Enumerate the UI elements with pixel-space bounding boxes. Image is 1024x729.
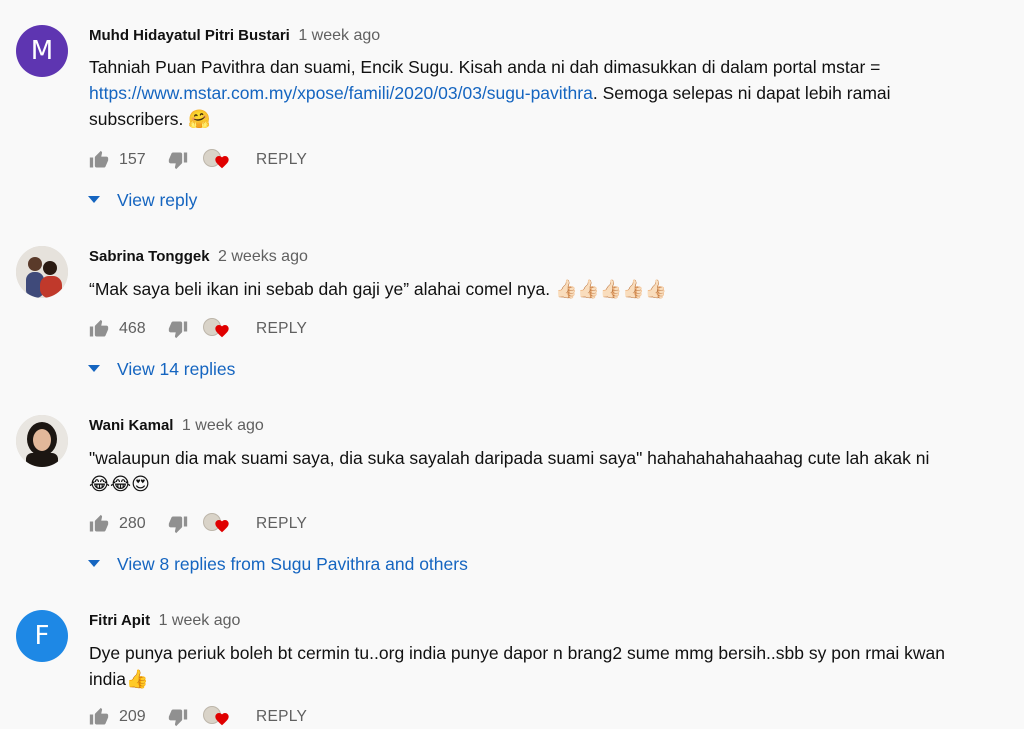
reply-button[interactable]: REPLY xyxy=(256,515,307,533)
author-name[interactable]: Sabrina Tonggek xyxy=(89,248,210,265)
like-count: 468 xyxy=(119,320,146,337)
thumbs-down-icon[interactable] xyxy=(167,149,189,171)
caret-down-icon xyxy=(88,196,100,203)
author-name[interactable]: Fitri Apit xyxy=(89,612,150,629)
thumbs-up-emoji: 👍 xyxy=(125,669,149,690)
thumbs-up-icon[interactable] xyxy=(88,318,110,340)
comment-time[interactable]: 2 weeks ago xyxy=(218,248,308,265)
view-replies-label: View reply xyxy=(117,189,198,210)
comment-text: “Mak saya beli ikan ini sebab dah gaji y… xyxy=(89,276,969,302)
comment-header: Sabrina Tonggek 2 weeks ago xyxy=(89,246,308,268)
avatar[interactable] xyxy=(16,415,68,467)
thumbs-up-icon[interactable] xyxy=(88,149,110,171)
comment-time[interactable]: 1 week ago xyxy=(159,612,241,629)
avatar-letter: F xyxy=(34,621,50,651)
reply-button[interactable]: REPLY xyxy=(256,320,307,338)
creator-heart-icon xyxy=(203,705,229,729)
comment-text: Dye punya periuk boleh bt cermin tu..org… xyxy=(89,640,969,692)
view-replies-button[interactable]: View reply xyxy=(88,188,197,212)
thumbs-up-icon[interactable] xyxy=(88,513,110,535)
comment-actions: 157 REPLY xyxy=(88,148,307,172)
comment-text-part: Dye punya periuk boleh bt cermin tu..org… xyxy=(89,643,946,689)
comment-actions: 209 REPLY xyxy=(88,705,307,729)
creator-heart-icon xyxy=(203,317,229,341)
view-replies-label: View 14 replies xyxy=(117,358,236,379)
two-people-photo xyxy=(16,246,68,298)
comment-link[interactable]: https://www.mstar.com.my/xpose/famili/20… xyxy=(89,83,593,103)
view-replies-button[interactable]: View 14 replies xyxy=(88,357,235,381)
caret-down-icon xyxy=(88,560,100,567)
comment-actions: 468 REPLY xyxy=(88,317,307,341)
thumbs-up-emoji: 👍🏻👍🏻👍🏻👍🏻👍🏻 xyxy=(554,279,668,300)
comment-header: Fitri Apit 1 week ago xyxy=(89,610,240,632)
caret-down-icon xyxy=(88,365,100,372)
person-photo xyxy=(16,415,68,467)
thumbs-up-icon[interactable] xyxy=(88,706,110,728)
comment-text: "walaupun dia mak suami saya, dia suka s… xyxy=(89,445,969,497)
heart-icon xyxy=(215,713,229,726)
thumbs-down-icon[interactable] xyxy=(167,513,189,535)
heart-icon xyxy=(215,156,229,169)
creator-heart-icon xyxy=(203,148,229,172)
avatar[interactable] xyxy=(16,246,68,298)
thumbs-down-icon[interactable] xyxy=(167,706,189,728)
heart-icon xyxy=(215,520,229,533)
like-count: 157 xyxy=(119,151,146,168)
avatar[interactable]: M xyxy=(16,25,68,77)
like-count: 209 xyxy=(119,708,146,725)
comments-section: M Muhd Hidayatul Pitri Bustari 1 week ag… xyxy=(0,0,1024,729)
reply-button[interactable]: REPLY xyxy=(256,708,307,726)
like-count: 280 xyxy=(119,515,146,532)
avatar-letter: M xyxy=(30,36,54,66)
comment-text: Tahniah Puan Pavithra dan suami, Encik S… xyxy=(89,54,969,132)
comment-header: Muhd Hidayatul Pitri Bustari 1 week ago xyxy=(89,25,380,47)
comment-text-part: "walaupun dia mak suami saya, dia suka s… xyxy=(89,448,930,468)
hugging-face-emoji: 🤗 xyxy=(188,109,211,130)
thumbs-down-icon[interactable] xyxy=(167,318,189,340)
comment-text-part: “Mak saya beli ikan ini sebab dah gaji y… xyxy=(89,279,555,299)
reply-button[interactable]: REPLY xyxy=(256,151,307,169)
view-replies-label: View 8 replies from Sugu Pavithra and ot… xyxy=(117,553,468,574)
comment-header: Wani Kamal 1 week ago xyxy=(89,415,264,437)
laughing-emoji: 😂😂😍 xyxy=(89,474,150,495)
author-name[interactable]: Wani Kamal xyxy=(89,417,173,434)
creator-heart-icon xyxy=(203,512,229,536)
comment-time[interactable]: 1 week ago xyxy=(298,27,380,44)
avatar[interactable]: F xyxy=(16,610,68,662)
author-name[interactable]: Muhd Hidayatul Pitri Bustari xyxy=(89,27,290,44)
comment-time[interactable]: 1 week ago xyxy=(182,417,264,434)
comment-actions: 280 REPLY xyxy=(88,512,307,536)
view-replies-button[interactable]: View 8 replies from Sugu Pavithra and ot… xyxy=(88,552,468,576)
heart-icon xyxy=(215,325,229,338)
comment-text-part: Tahniah Puan Pavithra dan suami, Encik S… xyxy=(89,57,881,77)
